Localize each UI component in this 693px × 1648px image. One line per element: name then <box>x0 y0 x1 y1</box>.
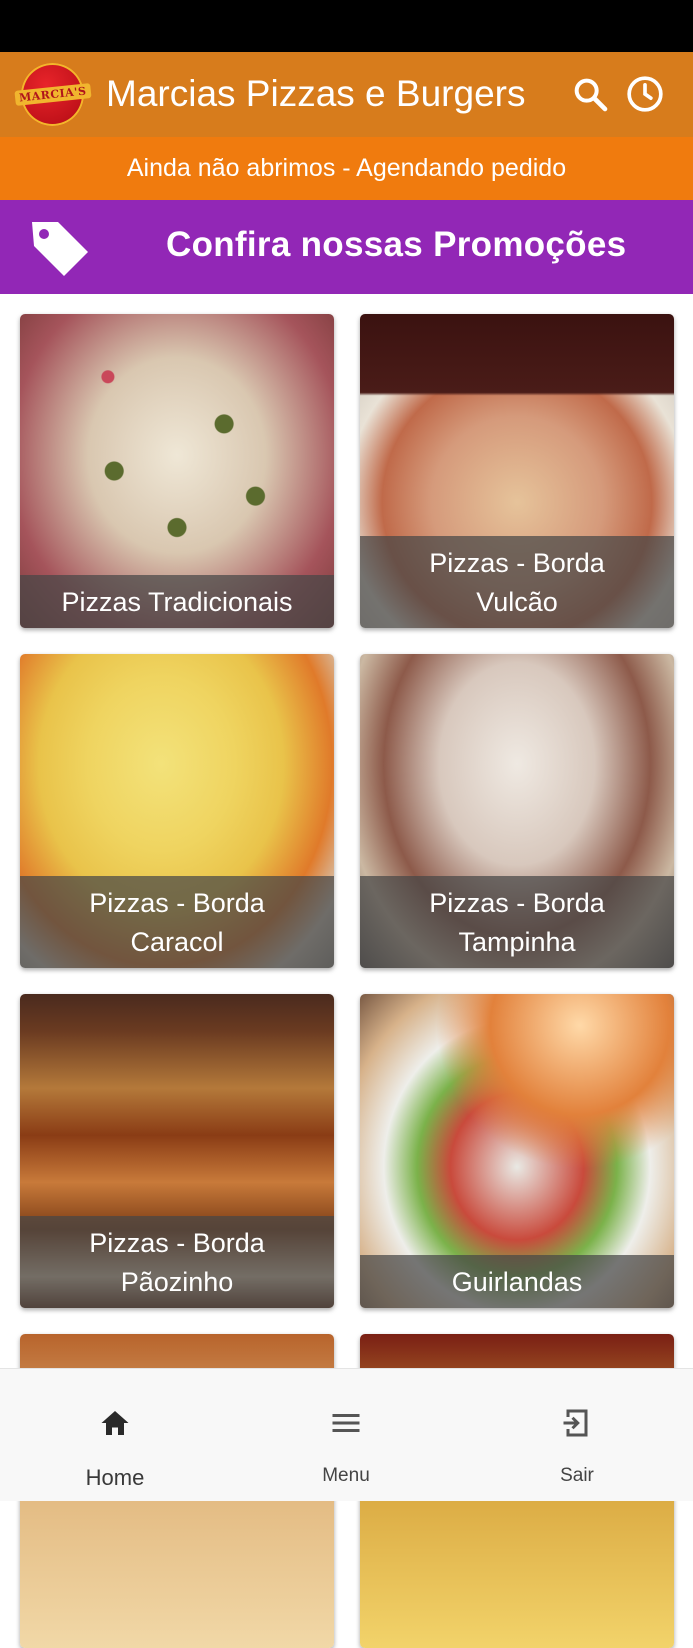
store-status-text: Ainda não abrimos - Agendando pedido <box>126 154 567 182</box>
restaurant-logo: MARCIA'S <box>14 63 91 126</box>
search-icon <box>574 78 608 112</box>
category-card[interactable]: Pizzas - Borda Caracol <box>20 654 334 968</box>
category-label: Pizzas - Borda Pãozinho <box>20 1216 334 1308</box>
category-label: Guirlandas <box>360 1255 674 1308</box>
nav-exit[interactable]: Sair <box>497 1369 657 1501</box>
logo-text: MARCIA'S <box>14 83 91 106</box>
home-icon <box>101 1411 129 1435</box>
category-label: Pizzas Tradicionais <box>20 575 334 628</box>
nav-menu[interactable]: Menu <box>266 1369 426 1501</box>
status-bar <box>0 0 693 52</box>
exit-icon <box>563 1409 588 1437</box>
app-bar: MARCIA'S Marcias Pizzas e Burgers <box>0 52 693 137</box>
clock-icon <box>627 76 663 112</box>
schedule-button[interactable] <box>625 74 665 114</box>
bottom-navigation: Home Menu Sair <box>0 1368 693 1501</box>
category-label: Pizzas - Borda Tampinha <box>360 876 674 968</box>
nav-exit-label: Sair <box>560 1465 594 1486</box>
tag-icon <box>32 222 88 276</box>
menu-icon <box>332 1414 360 1432</box>
category-label: Pizzas - Borda Vulcão <box>360 536 674 628</box>
category-card[interactable]: Pizzas Tradicionais <box>20 314 334 628</box>
category-card[interactable]: Pizzas - Borda Vulcão <box>360 314 674 628</box>
promotions-label: Confira nossas Promoções <box>166 225 627 264</box>
promotions-banner[interactable]: Confira nossas Promoções <box>0 200 693 294</box>
category-label: Pizzas - Borda Caracol <box>20 876 334 968</box>
nav-menu-label: Menu <box>322 1465 370 1486</box>
store-status-banner: Ainda não abrimos - Agendando pedido <box>0 137 693 200</box>
category-card[interactable]: Pizzas - Borda Pãozinho <box>20 994 334 1308</box>
nav-home[interactable]: Home <box>35 1369 195 1501</box>
nav-home-label: Home <box>85 1465 145 1490</box>
app-title: Marcias Pizzas e Burgers <box>106 73 526 114</box>
search-button[interactable] <box>570 74 610 114</box>
category-card[interactable]: Guirlandas <box>360 994 674 1308</box>
category-card[interactable]: Pizzas - Borda Tampinha <box>360 654 674 968</box>
